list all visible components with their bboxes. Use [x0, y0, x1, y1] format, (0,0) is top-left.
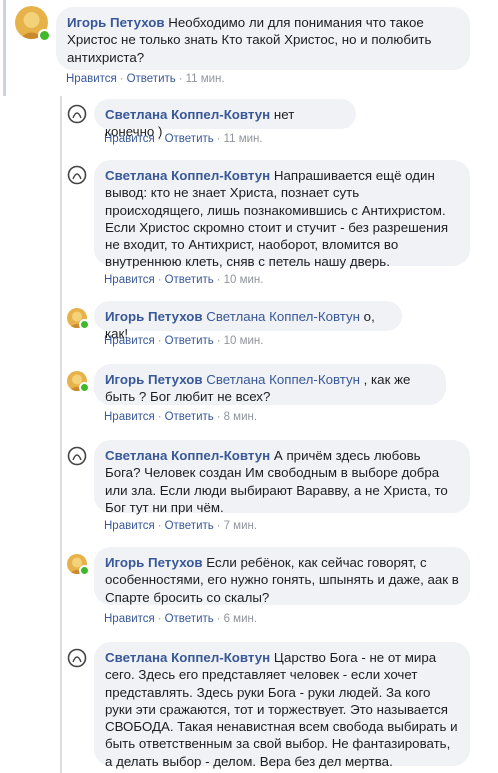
thread-highlight-bar [3, 0, 6, 96]
like-link[interactable]: Нравится [104, 411, 155, 423]
comment-author[interactable]: Светлана Коппел-Ковтун [105, 650, 270, 665]
avatar[interactable] [67, 446, 87, 466]
comment-bubble: Светлана Коппел-Ковтун Царство Бога - не… [94, 642, 470, 769]
comment-author[interactable]: Светлана Коппел-Ковтун [105, 107, 270, 122]
comment-bubble: Светлана Коппел-Ковтун Напрашивается ещё… [94, 160, 470, 270]
comment-text: Царство Бога - не от мира сего. Здесь ег… [105, 650, 458, 769]
reply-link[interactable]: Ответить [127, 73, 176, 85]
comment-timestamp[interactable]: 10 мин. [224, 335, 264, 347]
comment-author[interactable]: Светлана Коппел-Ковтун [105, 168, 270, 183]
comment-mention[interactable]: Светлана Коппел-Ковтун [206, 372, 360, 387]
comment-actions: Нравится · Ответить · 6 мин. [104, 613, 258, 625]
comment-author[interactable]: Игорь Петухов [105, 555, 203, 570]
reply-link[interactable]: Ответить [165, 411, 214, 423]
comment-text: Напрашивается ещё один вывод: кто не зна… [105, 168, 449, 270]
comment-author[interactable]: Игорь Петухов [67, 15, 165, 30]
like-link[interactable]: Нравится [104, 133, 155, 145]
comment-author[interactable]: Светлана Коппел-Ковтун [105, 448, 270, 463]
avatar[interactable] [67, 648, 87, 668]
comment-actions: Нравится · Ответить · 11 мин. [66, 73, 225, 85]
comment-actions: Нравится · Ответить · 10 мин. [104, 274, 264, 286]
comment-actions: Нравится · Ответить · 7 мин. [104, 520, 258, 532]
comment-bubble: Игорь Петухов Светлана Коппел-Ковтун , к… [94, 364, 446, 405]
online-status-indicator [79, 319, 90, 330]
comment-author[interactable]: Игорь Петухов [105, 372, 203, 387]
comment-actions: Нравится · Ответить · 11 мин. [104, 133, 263, 145]
like-link[interactable]: Нравится [104, 335, 155, 347]
comment-timestamp[interactable]: 8 мин. [224, 411, 257, 423]
comment-timestamp[interactable]: 11 мин. [186, 73, 225, 85]
comment-timestamp[interactable]: 7 мин. [224, 520, 257, 532]
like-link[interactable]: Нравится [104, 520, 155, 532]
like-link[interactable]: Нравится [66, 73, 117, 85]
online-status-indicator [79, 565, 90, 576]
comment-bubble: Игорь Петухов Необходимо ли для понимани… [56, 7, 470, 70]
reply-link[interactable]: Ответить [165, 274, 214, 286]
comment-timestamp[interactable]: 6 мин. [224, 613, 257, 625]
comment-author[interactable]: Игорь Петухов [105, 309, 203, 324]
comment-bubble: Светлана Коппел-Ковтун нет конечно ) [94, 99, 356, 139]
reply-link[interactable]: Ответить [165, 613, 214, 625]
reply-link[interactable]: Ответить [165, 335, 214, 347]
like-link[interactable]: Нравится [104, 274, 155, 286]
avatar[interactable] [67, 104, 87, 124]
reply-link[interactable]: Ответить [165, 520, 214, 532]
online-status-indicator [38, 29, 51, 42]
comment-timestamp[interactable]: 10 мин. [224, 274, 264, 286]
like-link[interactable]: Нравится [104, 613, 155, 625]
comment-bubble: Игорь Петухов Если ребёнок, как сейчас г… [94, 547, 470, 605]
comment-bubble: Игорь Петухов Светлана Коппел-Ковтун о, … [94, 301, 402, 341]
comment-timestamp[interactable]: 11 мин. [224, 133, 263, 145]
reply-thread-line [60, 96, 62, 773]
comment-actions: Нравится · Ответить · 8 мин. [104, 411, 258, 423]
online-status-indicator [79, 382, 90, 393]
comment-actions: Нравится · Ответить · 10 мин. [104, 335, 264, 347]
avatar[interactable] [67, 165, 87, 185]
comment-mention[interactable]: Светлана Коппел-Ковтун [206, 309, 360, 324]
reply-link[interactable]: Ответить [165, 133, 214, 145]
comment-bubble: Светлана Коппел-Ковтун А причём здесь лю… [94, 440, 470, 515]
